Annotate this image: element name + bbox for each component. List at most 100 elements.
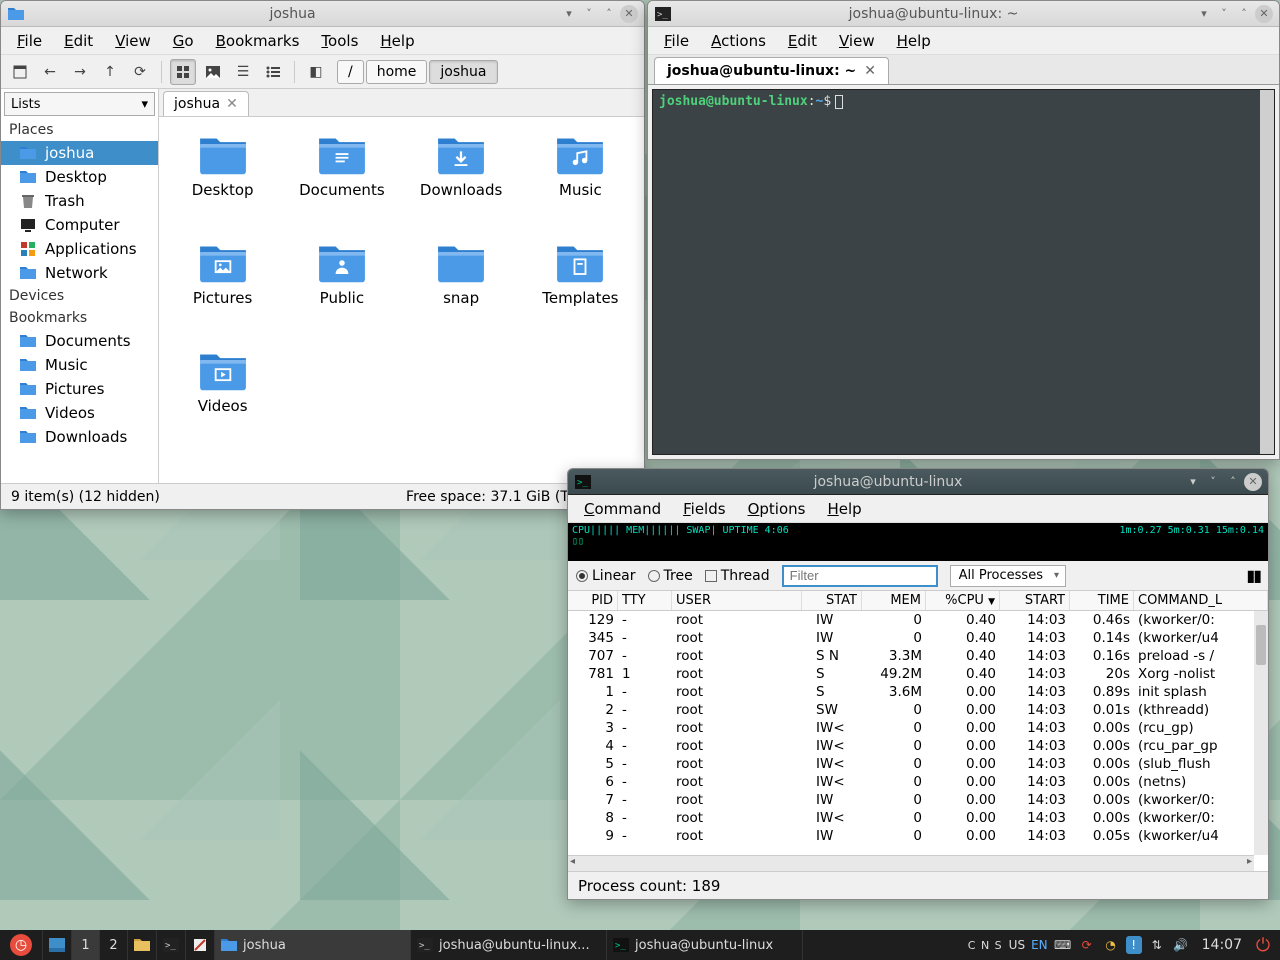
sidebar-bookmark-pictures[interactable]: Pictures	[1, 377, 158, 401]
maximize-button[interactable]: ˄	[1224, 473, 1242, 491]
close-button[interactable]: ✕	[1255, 5, 1273, 23]
maximize-button[interactable]: ˄	[600, 5, 618, 23]
path-segment[interactable]: home	[366, 60, 428, 84]
start-button[interactable]: ◷	[0, 930, 43, 960]
menu-help[interactable]: Help	[887, 29, 941, 53]
terminal-body[interactable]: joshua@ubuntu-linux:~$	[652, 89, 1275, 455]
col-user[interactable]: USER	[672, 591, 802, 610]
table-row[interactable]: 7811rootS49.2M0.4014:0320sXorg -nolist	[568, 665, 1268, 683]
menu-edit[interactable]: Edit	[778, 29, 827, 53]
folder-templates[interactable]: Templates	[525, 237, 636, 337]
icon-view-button[interactable]	[170, 59, 196, 85]
rollup-button[interactable]: ˅	[580, 5, 598, 23]
view-thread-check[interactable]: Thread	[705, 568, 770, 584]
term-titlebar[interactable]: >_ joshua@ubuntu-linux: ~ ▾ ˅ ˄ ✕	[648, 1, 1279, 27]
folder-snap[interactable]: snap	[406, 237, 517, 337]
show-desktop-button[interactable]	[43, 930, 72, 960]
proc-vscrollbar[interactable]	[1254, 611, 1268, 855]
table-row[interactable]: 345-rootIW00.4014:030.14s(kworker/u4	[568, 629, 1268, 647]
path-edit-button[interactable]: ◧	[303, 59, 329, 85]
table-row[interactable]: 3-rootIW<00.0014:030.00s(rcu_gp)	[568, 719, 1268, 737]
col-pid[interactable]: PID	[568, 591, 618, 610]
sidebar-bookmark-downloads[interactable]: Downloads	[1, 425, 158, 449]
tab-close-icon[interactable]: ✕	[226, 96, 238, 112]
volume-icon[interactable]: 🔊	[1172, 936, 1190, 954]
rollup-button[interactable]: ˅	[1215, 5, 1233, 23]
table-row[interactable]: 2-rootSW00.0014:030.01s(kthreadd)	[568, 701, 1268, 719]
minimize-button[interactable]: ▾	[1195, 5, 1213, 23]
menu-help[interactable]: Help	[370, 29, 424, 53]
keyboard-layout[interactable]: US	[1009, 936, 1025, 954]
keyboard-icon[interactable]: ⌨	[1054, 936, 1072, 954]
sidebar-item-trash[interactable]: Trash	[1, 189, 158, 213]
scope-combo[interactable]: All Processes	[950, 565, 1066, 587]
network-icon[interactable]: ⇅	[1148, 936, 1166, 954]
back-button[interactable]: ←	[37, 59, 63, 85]
sidebar-item-applications[interactable]: Applications	[1, 237, 158, 261]
terminal-scrollbar[interactable]	[1260, 90, 1274, 454]
language-indicator[interactable]: EN	[1031, 936, 1048, 954]
col-tty[interactable]: TTY	[618, 591, 672, 610]
menu-view[interactable]: View	[105, 29, 161, 53]
menu-bookmarks[interactable]: Bookmarks	[206, 29, 310, 53]
folder-pictures[interactable]: Pictures	[167, 237, 278, 337]
tab-close-icon[interactable]: ✕	[864, 63, 876, 79]
sidebar-item-network[interactable]: Network	[1, 261, 158, 285]
menu-file[interactable]: File	[7, 29, 52, 53]
maximize-button[interactable]: ˄	[1235, 5, 1253, 23]
folder-downloads[interactable]: Downloads	[406, 129, 517, 229]
info-icon[interactable]: !	[1126, 936, 1142, 954]
fm-titlebar[interactable]: joshua ▾ ˅ ˄ ✕	[1, 1, 644, 27]
task-process-viewer[interactable]: >_joshua@ubuntu-linux	[607, 930, 803, 960]
term-tab[interactable]: joshua@ubuntu-linux: ~✕	[654, 57, 889, 84]
menu-command[interactable]: Command	[574, 497, 671, 521]
thumbnail-view-button[interactable]	[200, 59, 226, 85]
process-table[interactable]: PID TTY USER STAT MEM %CPU ▼ START TIME …	[568, 591, 1268, 871]
new-tab-button[interactable]	[7, 59, 33, 85]
path-segment[interactable]: /	[337, 60, 364, 84]
launcher-terminal[interactable]: >_	[157, 930, 186, 960]
compact-view-button[interactable]: ☰	[230, 59, 256, 85]
menu-actions[interactable]: Actions	[701, 29, 776, 53]
fm-icon-view[interactable]: DesktopDocumentsDownloadsMusicPicturesPu…	[159, 117, 644, 483]
table-header[interactable]: PID TTY USER STAT MEM %CPU ▼ START TIME …	[568, 591, 1268, 611]
sidebar-bookmark-videos[interactable]: Videos	[1, 401, 158, 425]
col-cmd[interactable]: COMMAND_L	[1134, 591, 1268, 610]
task-terminal[interactable]: >_joshua@ubuntu-linux...	[411, 930, 607, 960]
sidebar-item-desktop[interactable]: Desktop	[1, 165, 158, 189]
table-row[interactable]: 4-rootIW<00.0014:030.00s(rcu_par_gp	[568, 737, 1268, 755]
power-icon[interactable]: ⏻	[1254, 936, 1272, 954]
table-row[interactable]: 8-rootIW<00.0014:030.00s(kworker/0:	[568, 809, 1268, 827]
menu-go[interactable]: Go	[163, 29, 204, 53]
view-tree-radio[interactable]: Tree	[648, 568, 693, 584]
view-linear-radio[interactable]: Linear	[576, 568, 636, 584]
menu-edit[interactable]: Edit	[54, 29, 103, 53]
workspace-2[interactable]: 2	[100, 930, 128, 960]
proc-hscrollbar[interactable]	[568, 855, 1254, 871]
folder-videos[interactable]: Videos	[167, 345, 278, 445]
task-file-manager[interactable]: joshua	[215, 930, 411, 960]
sidebar-item-joshua[interactable]: joshua	[1, 141, 158, 165]
list-view-button[interactable]	[260, 59, 286, 85]
col-time[interactable]: TIME	[1070, 591, 1134, 610]
table-row[interactable]: 7-rootIW00.0014:030.00s(kworker/0:	[568, 791, 1268, 809]
menu-tools[interactable]: Tools	[311, 29, 368, 53]
table-row[interactable]: 9-rootIW00.0014:030.05s(kworker/u4	[568, 827, 1268, 845]
lock-indicators[interactable]: C N S	[968, 936, 1003, 954]
fm-tab[interactable]: joshua✕	[163, 91, 249, 116]
table-row[interactable]: 1-rootS3.6M0.0014:030.89sinit splash	[568, 683, 1268, 701]
col-cpu[interactable]: %CPU ▼	[926, 591, 1000, 610]
table-row[interactable]: 6-rootIW<00.0014:030.00s(netns)	[568, 773, 1268, 791]
folder-public[interactable]: Public	[286, 237, 397, 337]
reload-button[interactable]: ⟳	[127, 59, 153, 85]
col-start[interactable]: START	[1000, 591, 1070, 610]
folder-music[interactable]: Music	[525, 129, 636, 229]
forward-button[interactable]: →	[67, 59, 93, 85]
filter-input[interactable]	[782, 565, 938, 587]
sidebar-bookmark-music[interactable]: Music	[1, 353, 158, 377]
minimize-button[interactable]: ▾	[1184, 473, 1202, 491]
table-row[interactable]: 129-rootIW00.4014:030.46s(kworker/0:	[568, 611, 1268, 629]
up-button[interactable]: ↑	[97, 59, 123, 85]
clock[interactable]: 14:07	[1196, 937, 1248, 953]
close-button[interactable]: ✕	[620, 5, 638, 23]
